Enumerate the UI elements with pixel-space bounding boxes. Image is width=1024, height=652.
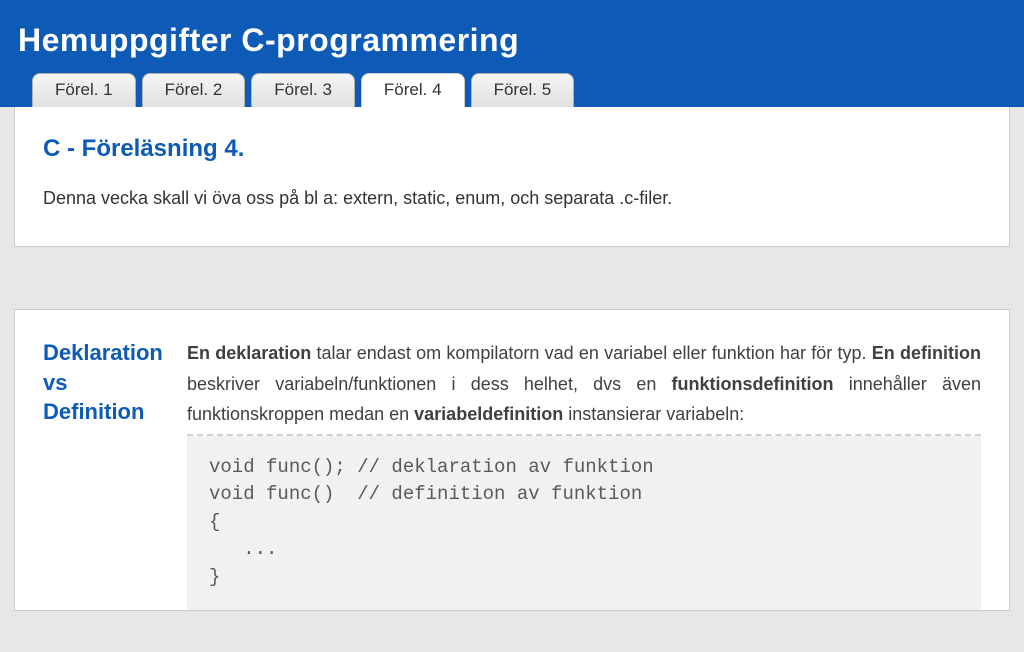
article-panel: Deklara­tion vs Definition En deklaratio… (14, 309, 1010, 611)
text-run: beskriver variabeln/funktionen i dess he… (187, 374, 672, 394)
section-body: En deklaration talar endast om kompilato… (187, 338, 981, 610)
page-title: Hemuppgifter C-programmering (18, 22, 1006, 59)
tabs-bar: Förel. 1 Förel. 2 Förel. 3 Förel. 4 Före… (18, 73, 1006, 107)
bold-declaration: En deklaration (187, 343, 311, 363)
section-title: Deklara­tion vs Definition (43, 338, 173, 427)
bold-funcdef: funktionsdefinition (672, 374, 834, 394)
tab-forel-3[interactable]: Förel. 3 (251, 73, 355, 107)
intro-heading: C - Föreläsning 4. (43, 135, 981, 163)
section-title-col: Deklara­tion vs Definition (43, 338, 173, 610)
bold-vardef: variabeldefinition (414, 404, 563, 424)
tab-forel-5[interactable]: Förel. 5 (471, 73, 575, 107)
intro-panel: C - Föreläsning 4. Denna vecka skall vi … (14, 107, 1010, 247)
text-run: talar endast om kompilatorn vad en varia… (311, 343, 871, 363)
tab-forel-1[interactable]: Förel. 1 (32, 73, 136, 107)
tab-forel-4[interactable]: Förel. 4 (361, 73, 465, 107)
page-header: Hemuppgifter C-programmering Förel. 1 Fö… (0, 0, 1024, 107)
tab-forel-2[interactable]: Förel. 2 (142, 73, 246, 107)
section-paragraph: En deklaration talar endast om kompilato… (187, 338, 981, 436)
code-block: void func(); // deklaration av funktion … (187, 436, 981, 610)
intro-text: Denna vecka skall vi öva oss på bl a: ex… (43, 185, 981, 212)
bold-definition: En definition (872, 343, 981, 363)
text-run: instansierar variabeln: (563, 404, 744, 424)
